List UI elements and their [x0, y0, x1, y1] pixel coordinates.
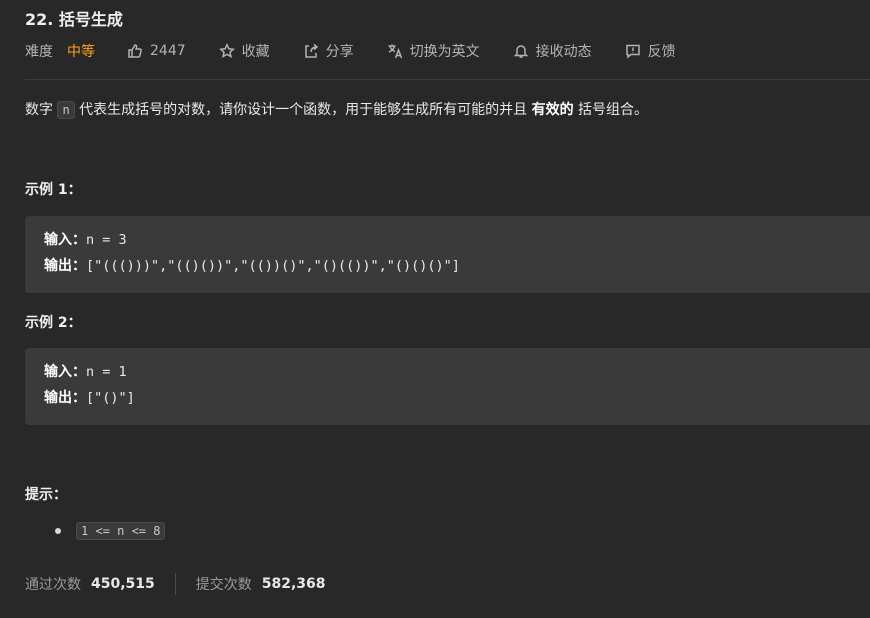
translate-label: 切换为英文 — [409, 44, 480, 60]
hints-title: 提示： — [25, 487, 67, 503]
problem-title: 22. 括号生成 — [25, 10, 123, 29]
description-text: 括号组合。 — [578, 102, 649, 118]
example-2-output: 输出：["()"] — [44, 385, 851, 411]
description-bold-text: 有效的 — [531, 102, 574, 118]
star-icon — [218, 43, 235, 58]
header-divider — [25, 79, 870, 80]
input-value: n = 1 — [86, 364, 127, 380]
translate-button[interactable]: 切换为英文 — [387, 41, 480, 61]
accepted-count: 450,515 — [91, 576, 155, 592]
submissions-count: 582,368 — [261, 576, 326, 592]
problem-meta-bar: 难度 中等 2447 收藏 分享 切换为英文 接收动态 反馈 — [25, 41, 676, 61]
description-text: 数字 — [25, 102, 53, 118]
stats-divider — [174, 573, 176, 595]
bell-icon — [513, 45, 528, 58]
example-2-title: 示例 2： — [25, 315, 82, 331]
feedback-label: 反馈 — [647, 44, 676, 60]
difficulty-value: 中等 — [67, 44, 95, 60]
output-label: 输出： — [44, 390, 86, 406]
example-1-input: 输入：n = 3 — [44, 227, 851, 253]
example-1-block: 输入：n = 3 输出：["((()))","(()())","(())()",… — [25, 216, 870, 293]
submission-stats: 通过次数 450,515 提交次数 582,368 — [25, 573, 326, 595]
example-1-output: 输出：["((()))","(()())","(())()","()(())",… — [44, 253, 851, 279]
share-button[interactable]: 分享 — [303, 41, 354, 61]
inline-code-n: n — [57, 101, 75, 119]
favorite-button[interactable]: 收藏 — [218, 41, 270, 61]
input-label: 输入： — [44, 364, 86, 380]
example-1-title: 示例 1： — [25, 182, 82, 198]
like-button[interactable]: 2447 — [127, 43, 186, 59]
example-2-input: 输入：n = 1 — [44, 359, 851, 385]
description-text: 代表生成括号的对数，请你设计一个函数，用于能够生成所有可能的并且 — [79, 102, 528, 118]
accepted-label: 通过次数 — [25, 577, 81, 593]
input-value: n = 3 — [86, 232, 127, 248]
share-label: 分享 — [325, 44, 354, 60]
output-label: 输出： — [44, 258, 86, 274]
submissions-label: 提交次数 — [195, 577, 252, 593]
input-label: 输入： — [44, 232, 86, 248]
problem-description: 数字 n 代表生成括号的对数，请你设计一个函数，用于能够生成所有可能的并且 有效… — [25, 99, 648, 121]
constraint-item: 1 <= n <= 8 — [55, 522, 166, 540]
thumbs-up-icon — [128, 44, 142, 58]
translate-icon — [388, 44, 402, 59]
favorite-label: 收藏 — [241, 44, 270, 60]
difficulty-label: 难度 — [25, 44, 53, 60]
feedback-icon — [625, 44, 640, 59]
subscribe-label: 接收动态 — [535, 44, 592, 60]
like-count: 2447 — [150, 43, 186, 59]
problem-page: 22. 括号生成 难度 中等 2447 收藏 分享 切换为英文 接收动态 反馈 … — [0, 0, 870, 618]
bullet-icon — [55, 528, 61, 534]
constraint-code: 1 <= n <= 8 — [76, 522, 166, 540]
output-value: ["((()))","(()())","(())()","()(())","()… — [86, 258, 460, 274]
share-icon — [304, 43, 318, 58]
subscribe-button[interactable]: 接收动态 — [513, 41, 592, 61]
output-value: ["()"] — [86, 390, 135, 406]
example-2-block: 输入：n = 1 输出：["()"] — [25, 348, 870, 425]
feedback-button[interactable]: 反馈 — [625, 41, 676, 61]
